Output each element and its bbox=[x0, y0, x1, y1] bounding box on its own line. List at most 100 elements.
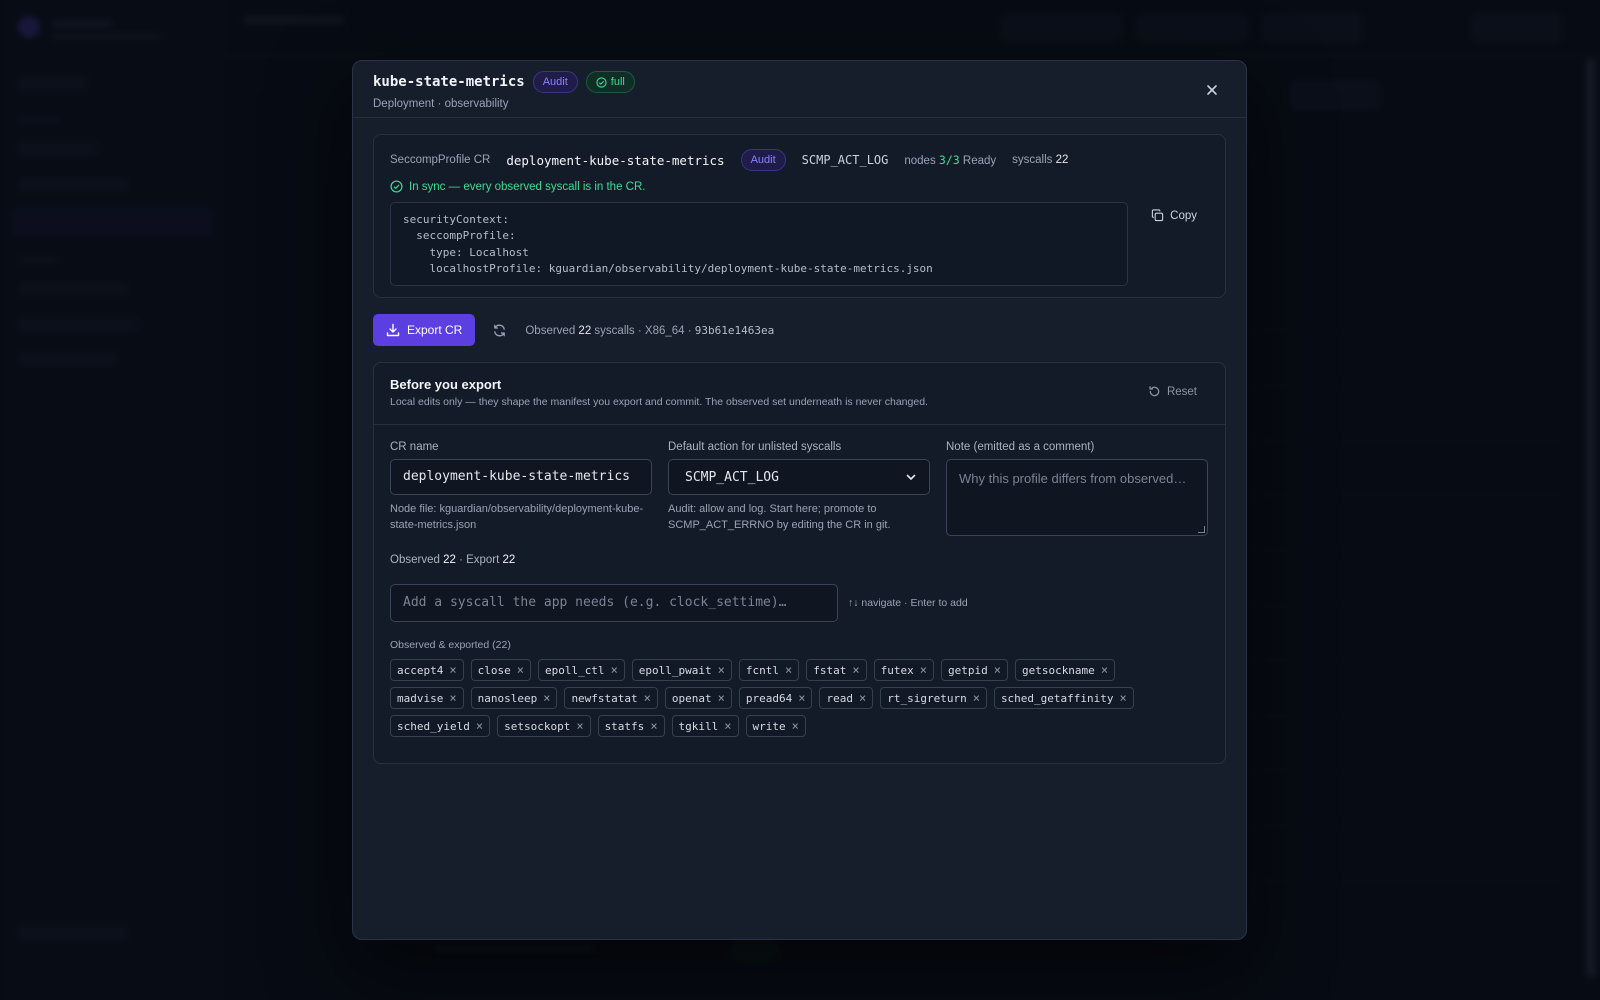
syscalls-count: syscalls 22 bbox=[1012, 154, 1068, 166]
remove-syscall-icon[interactable]: × bbox=[1120, 692, 1127, 704]
remove-syscall-icon[interactable]: × bbox=[973, 692, 980, 704]
copy-button[interactable]: Copy bbox=[1151, 209, 1197, 222]
syscall-chip: read × bbox=[819, 687, 874, 709]
remove-syscall-icon[interactable]: × bbox=[611, 664, 618, 676]
cr-mode-badge: Audit bbox=[740, 149, 786, 171]
remove-syscall-icon[interactable]: × bbox=[718, 692, 725, 704]
remove-syscall-icon[interactable]: × bbox=[859, 692, 866, 704]
reset-button[interactable]: Reset bbox=[1148, 385, 1197, 398]
syscall-chip-label: tgkill bbox=[678, 719, 719, 733]
cr-default-action: SCMP_ACT_LOG bbox=[801, 153, 889, 167]
remove-syscall-icon[interactable]: × bbox=[852, 664, 859, 676]
export-cr-label: Export CR bbox=[407, 323, 463, 337]
copy-icon bbox=[1151, 209, 1164, 222]
remove-syscall-icon[interactable]: × bbox=[994, 664, 1001, 676]
nodes-ready: Ready bbox=[962, 155, 997, 167]
syscall-chip: setsockopt × bbox=[497, 715, 591, 737]
remove-syscall-icon[interactable]: × bbox=[1101, 664, 1108, 676]
coverage-badge-label: full bbox=[610, 76, 625, 88]
cr-name-input[interactable]: deployment-kube-state-metrics bbox=[390, 459, 652, 495]
snippet-line: localhostProfile: kguardian/observabilit… bbox=[403, 262, 933, 276]
observed-prefix: Observed bbox=[525, 324, 576, 337]
reset-label: Reset bbox=[1166, 385, 1197, 398]
remove-syscall-icon[interactable]: × bbox=[792, 720, 799, 732]
refresh-icon bbox=[494, 324, 505, 336]
remove-syscall-icon[interactable]: × bbox=[798, 692, 805, 704]
observed-suffix: syscalls · X86_64 · bbox=[594, 324, 692, 337]
default-action-help: Audit: allow and log. Start here; promot… bbox=[668, 503, 891, 531]
refresh-button[interactable] bbox=[483, 314, 515, 346]
remove-syscall-icon[interactable]: × bbox=[517, 664, 524, 676]
nodes-label: nodes bbox=[904, 155, 936, 167]
syscall-chip: fstat × bbox=[806, 659, 867, 681]
counts-export-label: · Export bbox=[459, 554, 500, 566]
remove-syscall-icon[interactable]: × bbox=[449, 664, 456, 676]
syscall-chip-label: close bbox=[477, 663, 511, 677]
snippet-line: securityContext: bbox=[403, 213, 509, 226]
default-action-select[interactable]: SCMP_ACT_LOG bbox=[668, 459, 930, 495]
security-context-snippet: securityContext: seccompProfile: type: L… bbox=[390, 202, 1128, 286]
title-row: kube-state-metrics Audit full bbox=[373, 71, 1226, 93]
export-cr-button[interactable]: Export CR bbox=[373, 314, 476, 346]
syscall-chip-label: madvise bbox=[397, 691, 444, 705]
remove-syscall-icon[interactable]: × bbox=[543, 692, 550, 704]
syscall-chip: sched_yield × bbox=[390, 715, 491, 737]
syscall-chip: rt_sigreturn × bbox=[880, 687, 987, 709]
form-row: CR name deployment-kube-state-metrics No… bbox=[374, 425, 1225, 536]
note-placeholder: Why this profile differs from observed… bbox=[959, 471, 1187, 486]
cr-name-label: CR name bbox=[390, 441, 439, 453]
close-icon bbox=[1207, 85, 1217, 95]
syscall-chip-label: rt_sigreturn bbox=[887, 691, 967, 705]
remove-syscall-icon[interactable]: × bbox=[785, 664, 792, 676]
before-export-description: Local edits only — they shape the manife… bbox=[390, 396, 928, 408]
modal-header: kube-state-metrics Audit full Deployment… bbox=[353, 61, 1246, 118]
remove-syscall-icon[interactable]: × bbox=[920, 664, 927, 676]
note-textarea[interactable]: Why this profile differs from observed… bbox=[946, 459, 1208, 536]
syscall-chip: close × bbox=[470, 659, 531, 681]
default-action-group: Default action for unlisted syscalls SCM… bbox=[668, 441, 930, 536]
cr-name: deployment-kube-state-metrics bbox=[506, 152, 725, 168]
before-export-title: Before you export bbox=[390, 377, 502, 392]
syscall-chip-label: getpid bbox=[947, 663, 988, 677]
resize-grip[interactable] bbox=[1198, 526, 1205, 533]
cr-kind-label: SeccompProfile CR bbox=[390, 154, 491, 166]
syscall-chip: pread64 × bbox=[738, 687, 813, 709]
coverage-badge: full bbox=[585, 71, 635, 93]
remove-syscall-icon[interactable]: × bbox=[449, 692, 456, 704]
export-meta: Observed 22 syscalls · X86_64 · 93b61e14… bbox=[525, 324, 774, 337]
profile-hash: 93b61e1463ea bbox=[694, 323, 775, 337]
syscall-chip: statfs × bbox=[597, 715, 665, 737]
syscall-chip-label: fstat bbox=[813, 663, 847, 677]
modal-title: kube-state-metrics bbox=[373, 74, 525, 90]
syscall-chip-label: getsockname bbox=[1021, 663, 1095, 677]
note-label: Note (emitted as a comment) bbox=[946, 441, 1095, 453]
default-action-label: Default action for unlisted syscalls bbox=[668, 441, 842, 453]
sync-status: In sync — every observed syscall is in t… bbox=[390, 180, 1209, 193]
before-export-panel: Before you export Local edits only — the… bbox=[373, 362, 1226, 764]
syscall-chip-label: sched_getaffinity bbox=[1000, 691, 1114, 705]
remove-syscall-icon[interactable]: × bbox=[644, 692, 651, 704]
syscall-chip: getpid × bbox=[940, 659, 1008, 681]
mode-badge: Audit bbox=[532, 71, 578, 93]
remove-syscall-icon[interactable]: × bbox=[650, 720, 657, 732]
check-circle-icon bbox=[596, 76, 607, 88]
syscall-chip: accept4 × bbox=[390, 659, 464, 681]
syscalls-label: syscalls bbox=[1012, 154, 1053, 166]
remove-syscall-icon[interactable]: × bbox=[476, 720, 483, 732]
syscall-chip: nanosleep × bbox=[470, 687, 558, 709]
remove-syscall-icon[interactable]: × bbox=[576, 720, 583, 732]
close-button[interactable] bbox=[1202, 80, 1222, 100]
remove-syscall-icon[interactable]: × bbox=[724, 720, 731, 732]
add-syscall-input[interactable]: Add a syscall the app needs (e.g. clock_… bbox=[390, 584, 838, 622]
nodes-status: nodes 3/3 Ready bbox=[904, 153, 996, 167]
observed-count: 22 bbox=[578, 324, 592, 337]
syscall-chip: fcntl × bbox=[738, 659, 800, 681]
syscall-chip: write × bbox=[745, 715, 806, 737]
counts-export-value: 22 bbox=[502, 554, 516, 566]
note-group: Note (emitted as a comment) Why this pro… bbox=[946, 441, 1208, 536]
syscall-chip-label: futex bbox=[880, 663, 914, 677]
remove-syscall-icon[interactable]: × bbox=[718, 664, 725, 676]
download-icon bbox=[386, 323, 400, 337]
syscall-chip-label: nanosleep bbox=[477, 691, 538, 705]
default-action-value: SCMP_ACT_LOG bbox=[685, 469, 779, 485]
